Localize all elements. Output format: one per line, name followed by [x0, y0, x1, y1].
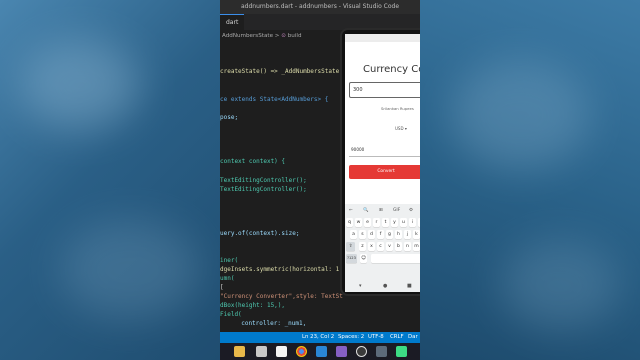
breadcrumb-method[interactable]: build	[288, 33, 302, 39]
code-line: pose;	[220, 114, 239, 121]
key[interactable]: y	[391, 218, 398, 227]
key[interactable]: g	[386, 230, 393, 239]
key[interactable]: z	[359, 242, 366, 251]
folder-icon[interactable]	[234, 346, 245, 357]
key[interactable]: s	[359, 230, 366, 239]
video-frame: addnumbers.dart - addnumbers - Visual St…	[220, 0, 420, 360]
code-line: ce extends State<AddNumbers> {	[220, 96, 329, 103]
language-mode[interactable]: Dar	[408, 332, 418, 343]
result-field[interactable]: 90000	[349, 143, 420, 157]
convert-button[interactable]: Convert	[349, 165, 420, 179]
nav-home-icon[interactable]: ●	[383, 283, 387, 289]
search-icon[interactable]: 🔍	[363, 208, 368, 213]
files-icon[interactable]	[256, 346, 267, 357]
app-title: Currency Conver	[363, 64, 420, 75]
key[interactable]: t	[382, 218, 389, 227]
nav-recents-icon[interactable]: ■	[407, 283, 412, 289]
code-line: Field(	[220, 311, 242, 318]
cursor-position[interactable]: Ln 23, Col 2	[302, 332, 334, 343]
android-status-bar	[345, 34, 420, 42]
from-currency-label: Srilankan Rupees	[381, 106, 414, 111]
code-line: dgeInsets.symmetric(horizontal: 1	[220, 266, 340, 273]
key[interactable]: i	[409, 218, 416, 227]
code-line: TextEditingController();	[220, 186, 307, 193]
key[interactable]: f	[377, 230, 384, 239]
vscode-icon[interactable]	[316, 346, 327, 357]
code-line: controller: _num1,	[234, 320, 307, 327]
key[interactable]: b	[395, 242, 402, 251]
keyboard-row: q w e r t y u i o	[345, 218, 420, 229]
key[interactable]: u	[400, 218, 407, 227]
background-left	[0, 0, 220, 360]
code-line: dBox(height: 15,),	[220, 302, 286, 309]
key[interactable]: x	[368, 242, 375, 251]
chrome-icon[interactable]	[296, 346, 307, 357]
obs-icon[interactable]	[356, 346, 367, 357]
key[interactable]: e	[364, 218, 371, 227]
chevron-down-icon: ▾	[404, 126, 407, 131]
key[interactable]: k	[413, 230, 420, 239]
settings-icon[interactable]	[376, 346, 387, 357]
key[interactable]: n	[404, 242, 411, 251]
to-currency-value: USD	[395, 126, 404, 131]
soft-keyboard: ← 🔍 ⊞ GIF ⚙ q w e r t y u i o	[345, 204, 420, 281]
key[interactable]: q	[346, 218, 353, 227]
shift-key[interactable]: ⇧	[346, 242, 355, 251]
symbols-key[interactable]: ?123	[346, 254, 357, 263]
gif-button[interactable]: GIF	[393, 208, 400, 213]
code-line: iner(	[220, 257, 239, 264]
code-line: createState() => _AddNumbersState(	[220, 68, 343, 75]
gear-icon[interactable]: ⚙	[409, 208, 413, 213]
keyboard-row: a s d f g h j k l	[345, 230, 420, 241]
keyboard-row: ⇧ z x c v b n m	[345, 242, 420, 253]
encoding[interactable]: UTF-8	[368, 332, 384, 343]
key[interactable]: m	[413, 242, 420, 251]
clipboard-icon[interactable]: ⊞	[379, 208, 383, 213]
indentation[interactable]: Spaces: 2	[338, 332, 364, 343]
vscode-status-bar: Ln 23, Col 2 Spaces: 2 UTF-8 CRLF Dar	[220, 332, 420, 343]
breadcrumb-class[interactable]: AddNumbersState >	[222, 33, 281, 39]
media-icon[interactable]	[276, 346, 287, 357]
emulator-screen: Currency Conver 300 Srilankan Rupees USD…	[345, 34, 420, 292]
tab-dart-file[interactable]: dart	[220, 14, 245, 30]
key[interactable]: o	[418, 218, 420, 227]
space-bar[interactable]	[371, 254, 420, 263]
key[interactable]: r	[373, 218, 380, 227]
amount-input[interactable]: 300	[349, 82, 420, 98]
key[interactable]: w	[355, 218, 362, 227]
key[interactable]: d	[368, 230, 375, 239]
code-line: "Currency Converter",style: TextSt	[220, 293, 343, 300]
android-emulator: Currency Conver 300 Srilankan Rupees USD…	[340, 28, 420, 296]
code-line: umn(	[220, 275, 235, 282]
key[interactable]: c	[377, 242, 384, 251]
line-ending[interactable]: CRLF	[390, 332, 404, 343]
code-line: context context) {	[220, 158, 286, 165]
keyboard-row: ?123 ☺	[345, 254, 420, 265]
to-currency-dropdown[interactable]: USD ▾	[395, 126, 407, 131]
windows-taskbar	[220, 343, 420, 360]
key[interactable]: h	[395, 230, 402, 239]
code-line: [	[220, 284, 224, 291]
key[interactable]: j	[404, 230, 411, 239]
android-studio-icon[interactable]	[396, 346, 407, 357]
method-icon: ⊙	[281, 33, 286, 39]
key[interactable]: a	[350, 230, 357, 239]
window-title: addnumbers.dart - addnumbers - Visual St…	[220, 0, 420, 14]
code-line: TextEditingController();	[220, 177, 307, 184]
code-line: uery.of(context).size;	[220, 230, 300, 237]
nav-back-icon[interactable]: ▾	[359, 283, 362, 289]
key[interactable]: v	[386, 242, 393, 251]
emoji-icon[interactable]: ☺	[360, 254, 367, 263]
vs-icon[interactable]	[336, 346, 347, 357]
android-nav-bar: ▾ ● ■	[345, 281, 420, 292]
back-arrow-icon[interactable]: ←	[349, 208, 353, 213]
background-right	[420, 0, 640, 360]
keyboard-toolbar: ← 🔍 ⊞ GIF ⚙	[345, 204, 420, 217]
